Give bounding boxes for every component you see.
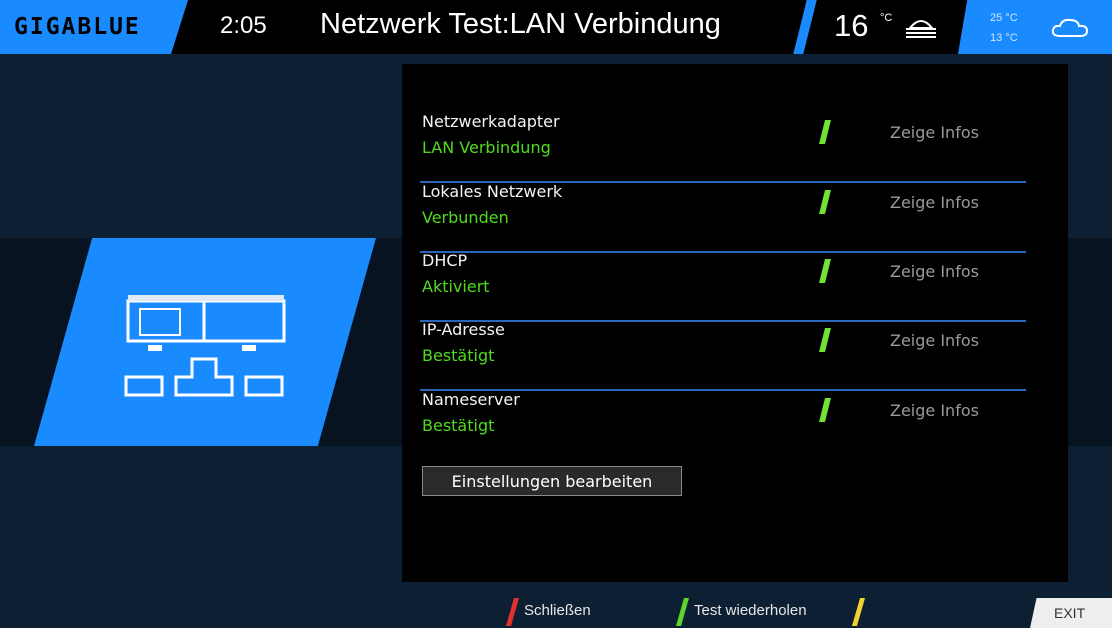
row-label: Nameserver bbox=[422, 390, 520, 409]
status-ok-icon bbox=[819, 190, 831, 214]
row-label: IP-Adresse bbox=[422, 320, 505, 339]
show-info-button[interactable]: Zeige Infos bbox=[890, 331, 979, 350]
status-ok-icon bbox=[819, 259, 831, 283]
brand-logo-panel: GIGABLUE bbox=[0, 0, 188, 54]
row-status: Aktiviert bbox=[422, 277, 490, 296]
network-test-dialog: Netzwerkadapter LAN Verbindung Zeige Inf… bbox=[402, 64, 1068, 582]
row-status: LAN Verbindung bbox=[422, 138, 551, 157]
header-divider bbox=[793, 0, 817, 54]
show-info-button[interactable]: Zeige Infos bbox=[890, 401, 979, 420]
cloud-icon bbox=[1051, 18, 1089, 37]
edit-settings-button[interactable]: Einstellungen bearbeiten bbox=[422, 466, 682, 496]
status-ok-icon bbox=[819, 398, 831, 422]
status-ok-icon bbox=[819, 120, 831, 144]
brand-logo: GIGABLUE bbox=[14, 14, 141, 40]
network-device-icon bbox=[124, 295, 286, 397]
show-info-button[interactable]: Zeige Infos bbox=[890, 262, 979, 281]
clock: 2:05 bbox=[220, 12, 267, 39]
red-key-icon bbox=[505, 598, 520, 626]
row-label: Netzwerkadapter bbox=[422, 112, 560, 131]
row-status: Bestätigt bbox=[422, 416, 495, 435]
green-key-icon bbox=[675, 598, 690, 626]
top-bar: GIGABLUE 2:05 Netzwerk Test:LAN Verbindu… bbox=[0, 0, 1112, 54]
forecast-low-temp: 13 °C bbox=[990, 32, 1018, 44]
row-label: DHCP bbox=[422, 251, 468, 270]
fog-icon bbox=[906, 20, 936, 38]
list-item-dhcp[interactable]: DHCP Aktiviert Zeige Infos bbox=[420, 251, 1026, 322]
footer-bar: Schließen Test wiederholen bbox=[0, 596, 1112, 628]
forecast-high-temp: 25 °C bbox=[990, 12, 1018, 24]
row-status: Verbunden bbox=[422, 208, 509, 227]
status-ok-icon bbox=[819, 328, 831, 352]
retest-label: Test wiederholen bbox=[694, 602, 807, 619]
close-label: Schließen bbox=[524, 602, 591, 619]
row-label: Lokales Netzwerk bbox=[422, 182, 563, 201]
list-item-nameserver[interactable]: Nameserver Bestätigt Zeige Infos bbox=[420, 390, 1026, 459]
row-status: Bestätigt bbox=[422, 346, 495, 365]
temperature-unit: °C bbox=[880, 12, 893, 24]
list-item-ip-adresse[interactable]: IP-Adresse Bestätigt Zeige Infos bbox=[420, 320, 1026, 391]
exit-label: EXIT bbox=[1054, 605, 1086, 621]
list-item-lokales-netzwerk[interactable]: Lokales Netzwerk Verbunden Zeige Infos bbox=[420, 182, 1026, 253]
yellow-key-icon bbox=[851, 598, 866, 626]
show-info-button[interactable]: Zeige Infos bbox=[890, 193, 979, 212]
list-item-netzwerkadapter[interactable]: Netzwerkadapter LAN Verbindung Zeige Inf… bbox=[420, 112, 1026, 183]
current-temperature: 16 bbox=[834, 8, 869, 43]
page-title: Netzwerk Test:LAN Verbindung bbox=[320, 8, 721, 40]
show-info-button[interactable]: Zeige Infos bbox=[890, 123, 979, 142]
